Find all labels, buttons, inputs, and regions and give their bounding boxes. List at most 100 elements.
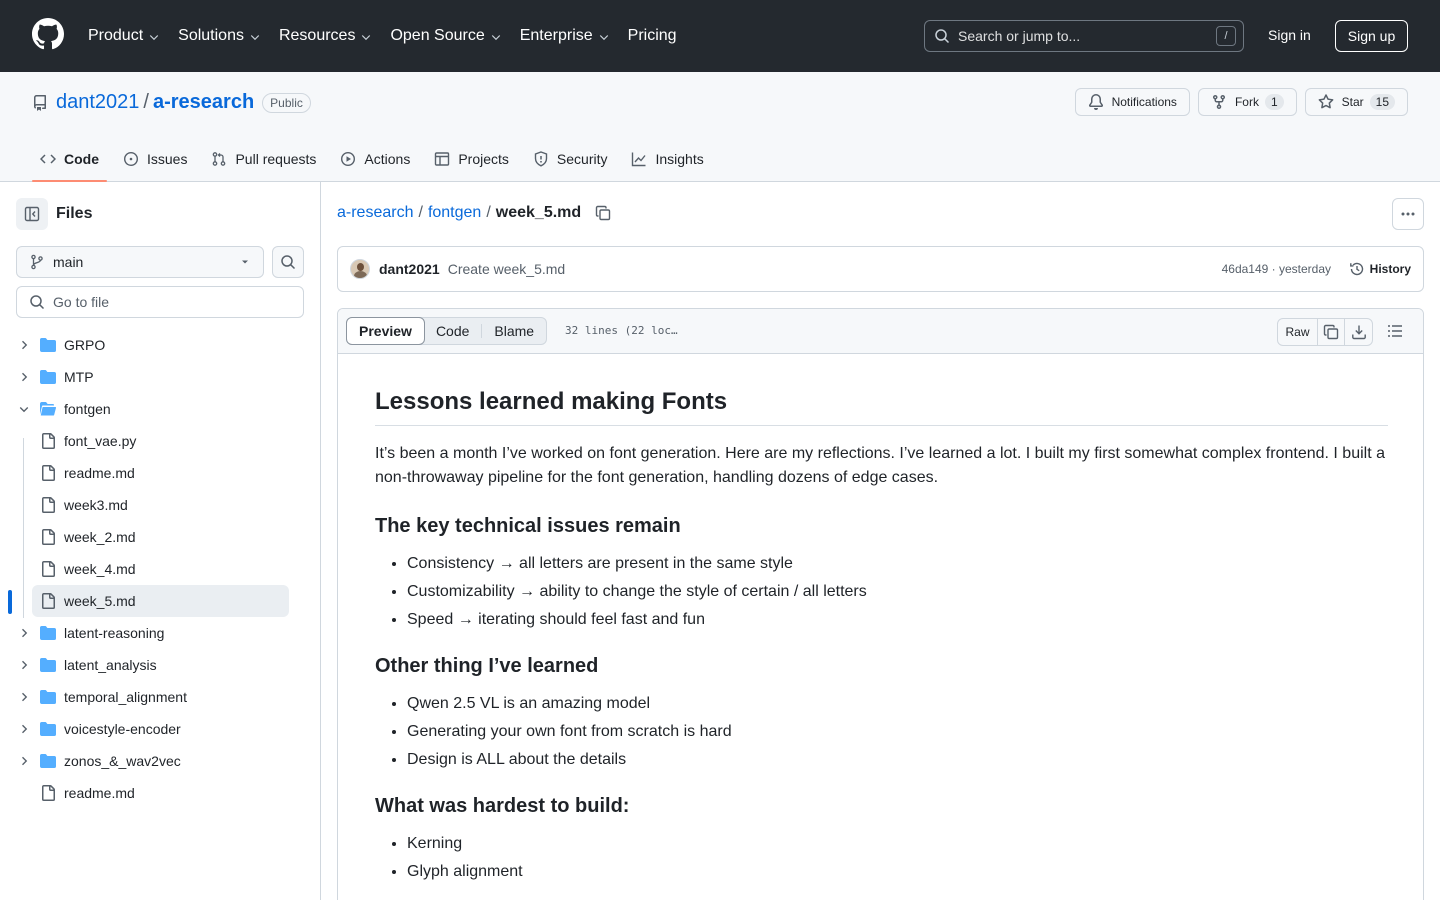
star-label: Star [1341, 95, 1364, 109]
download-raw-button[interactable] [1345, 319, 1372, 345]
breadcrumb-folder-link[interactable]: fontgen [428, 204, 481, 222]
nav-product[interactable]: Product [88, 27, 160, 45]
tree-item-label: temporal_alignment [64, 689, 187, 705]
avatar[interactable] [350, 259, 370, 279]
tree-file-week3-md[interactable]: week3.md [32, 489, 289, 521]
breadcrumb-separator: / [418, 204, 423, 221]
file-header: Preview Code Blame 32 lines (22 loc… Raw [338, 309, 1423, 354]
folder-open-icon [40, 401, 56, 417]
tree-folder-voicestyle-encoder[interactable]: voicestyle-encoder [16, 713, 289, 745]
chevron-right-icon[interactable] [16, 755, 32, 767]
chevron-right-icon[interactable] [16, 371, 32, 383]
folder-icon [40, 753, 56, 769]
commit-message-link[interactable]: Create week_5.md [448, 261, 566, 277]
go-to-file-input[interactable]: Go to file [16, 286, 304, 318]
copy-raw-button[interactable] [1318, 319, 1345, 345]
tab-security-label: Security [556, 151, 608, 167]
github-logo-icon[interactable] [32, 18, 64, 50]
tree-file-week-4-md[interactable]: week_4.md [32, 553, 289, 585]
list-item: Speed → iterating should feel fast and f… [407, 610, 1388, 630]
kebab-horizontal-icon [1401, 212, 1415, 216]
preview-tab[interactable]: Preview [346, 317, 425, 345]
tab-pull-requests-label: Pull requests [235, 151, 317, 167]
tab-projects-label: Projects [458, 151, 509, 167]
tree-file-week-2-md[interactable]: week_2.md [32, 521, 289, 553]
notifications-label: Notifications [1111, 95, 1177, 109]
collapse-sidebar-button[interactable] [16, 198, 48, 230]
list-item: Kerning [407, 834, 1388, 854]
raw-button[interactable]: Raw [1278, 319, 1318, 345]
code-view-tab[interactable]: Code [424, 318, 481, 344]
tab-insights[interactable]: Insights [623, 136, 711, 182]
tree-file-readme-md[interactable]: readme.md [16, 777, 289, 809]
nav-open-source[interactable]: Open Source [390, 27, 501, 45]
tree-folder-fontgen[interactable]: fontgen [16, 393, 289, 425]
folder-icon [40, 625, 56, 641]
search-icon [30, 295, 45, 310]
copy-path-icon[interactable] [595, 205, 611, 221]
history-button[interactable]: History [1349, 261, 1411, 277]
breadcrumb-repo-link[interactable]: a-research [337, 204, 413, 222]
bell-icon [1088, 94, 1103, 110]
more-options-button[interactable] [1392, 198, 1424, 230]
repo-owner-link[interactable]: dant2021 [56, 91, 139, 114]
tree-folder-mtp[interactable]: MTP [16, 361, 289, 393]
global-search-input[interactable]: Search or jump to... / [924, 20, 1244, 52]
visibility-badge: Public [262, 92, 311, 113]
chevron-down-icon[interactable] [16, 403, 32, 415]
nav-pricing[interactable]: Pricing [628, 27, 677, 45]
repo-name-link[interactable]: a-research [153, 91, 254, 114]
section-heading: Other thing I’ve learned [375, 655, 599, 677]
tree-indent-guide [23, 438, 24, 618]
tree-file-font-vae-py[interactable]: font_vae.py [32, 425, 289, 457]
list-item: Glyph alignment [407, 862, 1388, 882]
file-icon [40, 593, 56, 609]
nav-resources[interactable]: Resources [279, 27, 372, 45]
breadcrumb-current-file: week_5.md [495, 204, 582, 221]
tree-file-week-5-md[interactable]: week_5.md [32, 585, 289, 617]
tree-file-readme-md[interactable]: readme.md [32, 457, 289, 489]
chevron-right-icon[interactable] [16, 659, 32, 671]
chevron-right-icon[interactable] [16, 723, 32, 735]
tree-item-label: week3.md [64, 497, 128, 513]
outline-list-icon[interactable] [1387, 323, 1403, 339]
branch-selector[interactable]: main [16, 246, 264, 278]
caret-down-icon [242, 260, 248, 264]
fork-icon [1212, 95, 1225, 110]
tab-issues[interactable]: Issues [115, 136, 195, 182]
fork-button[interactable]: Fork 1 [1197, 88, 1297, 116]
commit-author-link[interactable]: dant2021 [379, 261, 440, 277]
tree-item-label: readme.md [64, 785, 135, 801]
chevron-right-icon[interactable] [16, 691, 32, 703]
nav-solutions[interactable]: Solutions [178, 27, 261, 45]
blame-tab[interactable]: Blame [482, 318, 546, 344]
tab-projects[interactable]: Projects [426, 136, 517, 182]
tree-folder-grpo[interactable]: GRPO [16, 329, 289, 361]
file-icon [40, 497, 56, 513]
search-placeholder: Search or jump to... [958, 28, 1081, 44]
chevron-right-icon[interactable] [16, 339, 32, 351]
download-icon [1351, 325, 1366, 340]
tree-item-label: voicestyle-encoder [64, 721, 181, 737]
search-files-button[interactable] [272, 246, 304, 278]
sign-in-link[interactable]: Sign in [1268, 27, 1311, 43]
tab-security[interactable]: Security [525, 136, 616, 182]
tab-code[interactable]: Code [32, 136, 107, 182]
tree-folder-zonos-wav2vec[interactable]: zonos_&_wav2vec [16, 745, 289, 777]
tree-item-label: GRPO [64, 337, 106, 353]
chevron-right-icon[interactable] [16, 627, 32, 639]
nav-enterprise[interactable]: Enterprise [520, 27, 610, 45]
tab-actions[interactable]: Actions [332, 136, 418, 182]
tree-folder-latent-analysis[interactable]: latent_analysis [16, 649, 289, 681]
tab-pull-requests[interactable]: Pull requests [203, 136, 324, 182]
sign-up-button[interactable]: Sign up [1335, 20, 1408, 52]
tab-code-label: Code [64, 151, 99, 167]
notifications-button[interactable]: Notifications [1074, 88, 1190, 116]
file-tree-sidebar: Files main Go to file GRPO MTP fontgen font… [0, 182, 321, 900]
repo-header: dant2021 / a-research Public Notificatio… [0, 72, 1440, 182]
search-shortcut-key: / [1216, 26, 1236, 46]
tree-folder-latent-reasoning[interactable]: latent-reasoning [16, 617, 289, 649]
star-button[interactable]: Star 15 [1304, 88, 1408, 116]
tree-folder-temporal-alignment[interactable]: temporal_alignment [16, 681, 289, 713]
commit-sha-and-time[interactable]: 46da149 · yesterday [1222, 262, 1331, 276]
